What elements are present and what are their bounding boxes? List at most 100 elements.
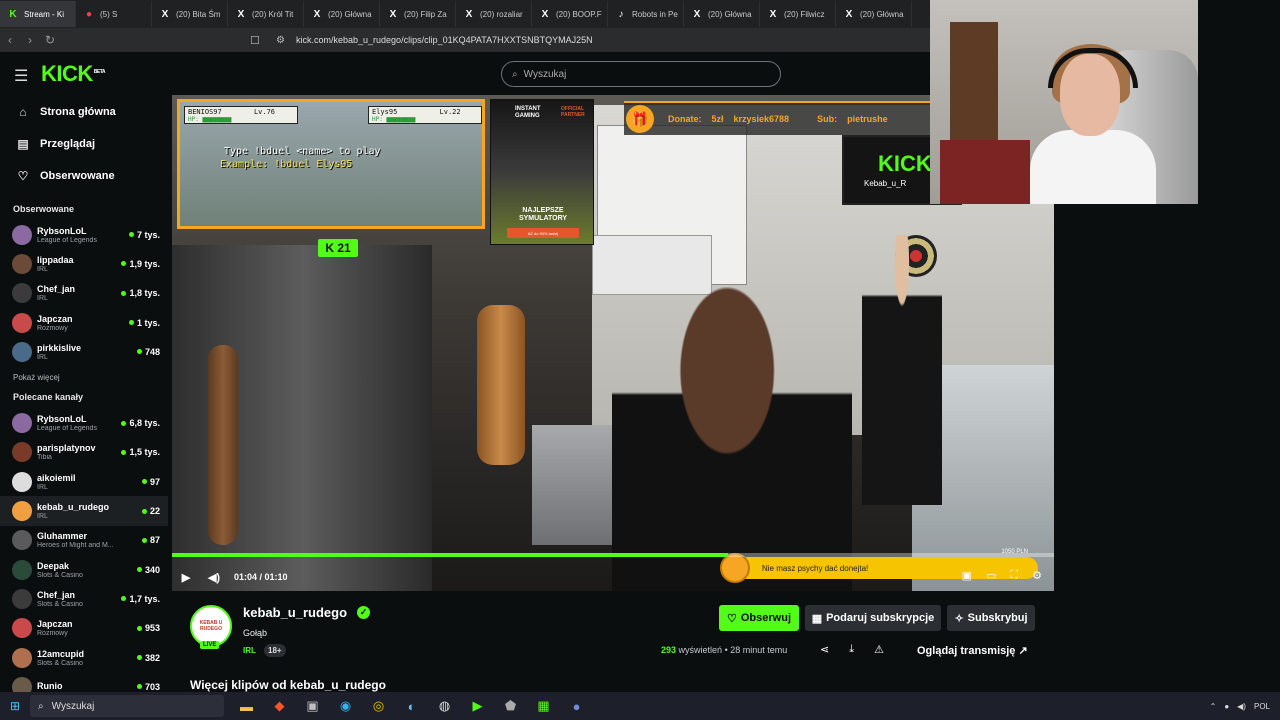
browser-tab[interactable]: X (20) Główna [836, 1, 912, 27]
sidebar-channel-japczan[interactable]: Japczan Rozmowy 953 [0, 614, 168, 643]
chrome-icon[interactable]: ◎ [368, 696, 389, 717]
channel-category: IRL [37, 513, 48, 521]
steam-icon[interactable]: ◐ [401, 696, 422, 717]
kick-logo[interactable]: KICKBETA [41, 61, 106, 87]
play-icon[interactable]: ▶ [172, 571, 200, 584]
forward-icon[interactable]: › [20, 33, 40, 47]
sidebar-channel-deepak[interactable]: Deepak Slots & Casino 340 [0, 555, 168, 584]
share-icon[interactable]: ⋖ [820, 643, 829, 656]
external-link-icon: ↗ [1018, 645, 1028, 657]
live-dot-icon [141, 508, 147, 514]
sidebar-channel-chef_jan[interactable]: Chef_jan IRL 1,8 tys. [0, 279, 168, 308]
viewer-count: 1,8 tys. [121, 288, 160, 298]
channel-name: parisplatynov [37, 443, 96, 454]
tab-label: (5) S [100, 9, 118, 19]
theater-icon[interactable]: ▭ [986, 569, 996, 582]
top-bar: ☰ KICKBETA ⌕ Wyszukaj [0, 52, 930, 96]
channel-category: League of Legends [37, 425, 97, 433]
url-field[interactable]: kick.com/kebab_u_rudego/clips/clip_01KQ4… [296, 35, 593, 45]
folder-icon[interactable]: ▬ [236, 696, 257, 717]
search-icon: ⌕ [38, 700, 44, 712]
channel-name: Chef_jan [37, 589, 76, 600]
sidebar-channel-12amcupid[interactable]: 12amcupid Slots & Casino 382 [0, 643, 168, 672]
tab-favicon-icon: ♪ [618, 8, 624, 20]
clip-actions: ⋖ ⤓ ⚠ [820, 643, 884, 656]
browser-tab[interactable]: ● (5) S [76, 1, 152, 27]
obs-icon[interactable]: ◍ [434, 696, 455, 717]
sidebar-channel-kebab_u_rudego[interactable]: kebab_u_rudego IRL 22 [0, 496, 168, 526]
watch-stream-link[interactable]: Oglądaj transmisję ↗ [917, 644, 1028, 657]
channel-name[interactable]: kebab_u_rudego [243, 605, 347, 620]
channel-name: kebab_u_rudego [37, 502, 110, 513]
sidebar-channel-rybsonlol[interactable]: RybsonLoL League of Legends 6,8 tys. [0, 408, 168, 437]
browser-tab[interactable]: X (20) BOOP.F [532, 1, 608, 27]
browser-tab[interactable]: X (20) Bita Śm [152, 1, 228, 27]
browser-tab[interactable]: ♪ Robots in Pe [608, 1, 684, 27]
report-icon[interactable]: ⚠ [874, 643, 884, 656]
app-icon[interactable]: ▣ [302, 696, 323, 717]
browser-tab[interactable]: X (20) rozaliar [456, 1, 532, 27]
subscribe-button[interactable]: ✧ Subskrybuj [947, 605, 1035, 631]
live-dot-icon [121, 449, 127, 455]
brave-icon[interactable]: ◆ [269, 696, 290, 717]
browser-tab[interactable]: X (20) Główna [304, 1, 380, 27]
category-tag[interactable]: IRL [243, 646, 256, 655]
nav-browse[interactable]: ▤ Przeglądaj [16, 128, 168, 160]
sidebar-channel-lippadaa[interactable]: lippadaa IRL 1,9 tys. [0, 249, 168, 278]
download-icon[interactable]: ⤓ [849, 643, 854, 656]
sidebar-channel-pirkkislive[interactable]: pirkkislive IRL 748 [0, 337, 168, 366]
settings-icon[interactable]: ⚙ [1032, 569, 1042, 582]
back-icon[interactable]: ‹ [0, 33, 20, 47]
more-clips-heading: Więcej klipów od kebab_u_rudego [190, 678, 386, 692]
browser-tab[interactable]: X (20) Główna [684, 1, 760, 27]
sidebar-channel-gluhammer[interactable]: Gluhammer Heroes of Might and M... 87 [0, 526, 168, 555]
play-icon[interactable]: ▶ [467, 696, 488, 717]
nav-following[interactable]: ♡ Obserwowane [16, 160, 168, 192]
shield-icon[interactable]: ⬟ [500, 696, 521, 717]
clip-stats: 293 wyświetleń • 28 minut temu [661, 645, 788, 655]
heart-icon: ♡ [727, 612, 737, 625]
speaker-icon[interactable]: ◀) [1237, 702, 1246, 711]
chevron-up-icon[interactable]: ⌃ [1210, 702, 1217, 711]
start-icon[interactable]: ⊞ [0, 699, 30, 713]
sidebar-channel-chef_jan[interactable]: Chef_jan Slots & Casino 1,7 tys. [0, 584, 168, 613]
show-more-link[interactable]: Pokaż więcej [0, 366, 168, 388]
fullscreen-icon[interactable]: ⛶ [1010, 569, 1018, 582]
tab-favicon-icon: X [769, 8, 777, 20]
browser-tab[interactable]: X (20) Król Tit [228, 1, 304, 27]
search-input[interactable]: ⌕ Wyszukaj [501, 61, 781, 87]
player1-hp-box: BENIOS97 Lv.76 HP: ▆▆▆▆▆▆▆▆ [184, 106, 298, 124]
taskbar-search[interactable]: ⌕ Wyszukaj [30, 695, 224, 717]
video-progress-bar[interactable] [172, 553, 1054, 557]
discord-icon[interactable]: ● [566, 696, 587, 717]
volume-icon[interactable]: ◀) [200, 571, 228, 584]
tab-favicon-icon: K [9, 8, 17, 20]
site-info-icon[interactable]: ⚙ [276, 35, 285, 46]
sidebar-channel-runio[interactable]: Runio 703 [0, 672, 168, 692]
gift-sub-button[interactable]: ▦ Podaruj subskrypcje [805, 605, 941, 631]
tab-favicon-icon: X [313, 8, 321, 20]
mic-icon[interactable]: ● [1224, 702, 1229, 711]
nav-home[interactable]: ⌂ Strona główna [16, 96, 168, 128]
kick-icon[interactable]: ▦ [533, 696, 554, 717]
video-controls: ▶ ◀) 01:04 / 01:10 [172, 563, 1054, 591]
reload-icon[interactable]: ↻ [40, 33, 60, 47]
live-dot-icon [141, 537, 147, 543]
sidebar-channel-rybsonlol[interactable]: RybsonLoL League of Legends 7 tys. [0, 220, 168, 249]
video-player[interactable]: KICK Kebab_u_R BENIOS97 Lv.76 HP: ▆▆▆▆▆▆▆▆… [172, 95, 1054, 591]
browser-tab[interactable]: X (20) Filwicz [760, 1, 836, 27]
edge-icon[interactable]: ◉ [335, 696, 356, 717]
sidebar-channel-japczan[interactable]: Japczan Rozmowy 1 tys. [0, 308, 168, 337]
bookmark-icon[interactable]: ☐ [250, 34, 260, 47]
menu-icon[interactable]: ☰ [14, 66, 28, 86]
browser-tab[interactable]: K Stream - Ki [0, 1, 76, 27]
live-dot-icon [128, 232, 134, 238]
webcam-overlay [930, 0, 1198, 204]
sidebar-channel-aikoiemil[interactable]: aikoiemil IRL 97 [0, 467, 168, 496]
tab-label: Stream - Ki [24, 9, 65, 19]
language-indicator[interactable]: POL [1254, 702, 1270, 711]
follow-button[interactable]: ♡ Obserwuj [719, 605, 799, 631]
pip-icon[interactable]: ▣ [962, 569, 972, 582]
sidebar-channel-parisplatynov[interactable]: parisplatynov Tibia 1,5 tys. [0, 438, 168, 467]
browser-tab[interactable]: X (20) Filip Za [380, 1, 456, 27]
